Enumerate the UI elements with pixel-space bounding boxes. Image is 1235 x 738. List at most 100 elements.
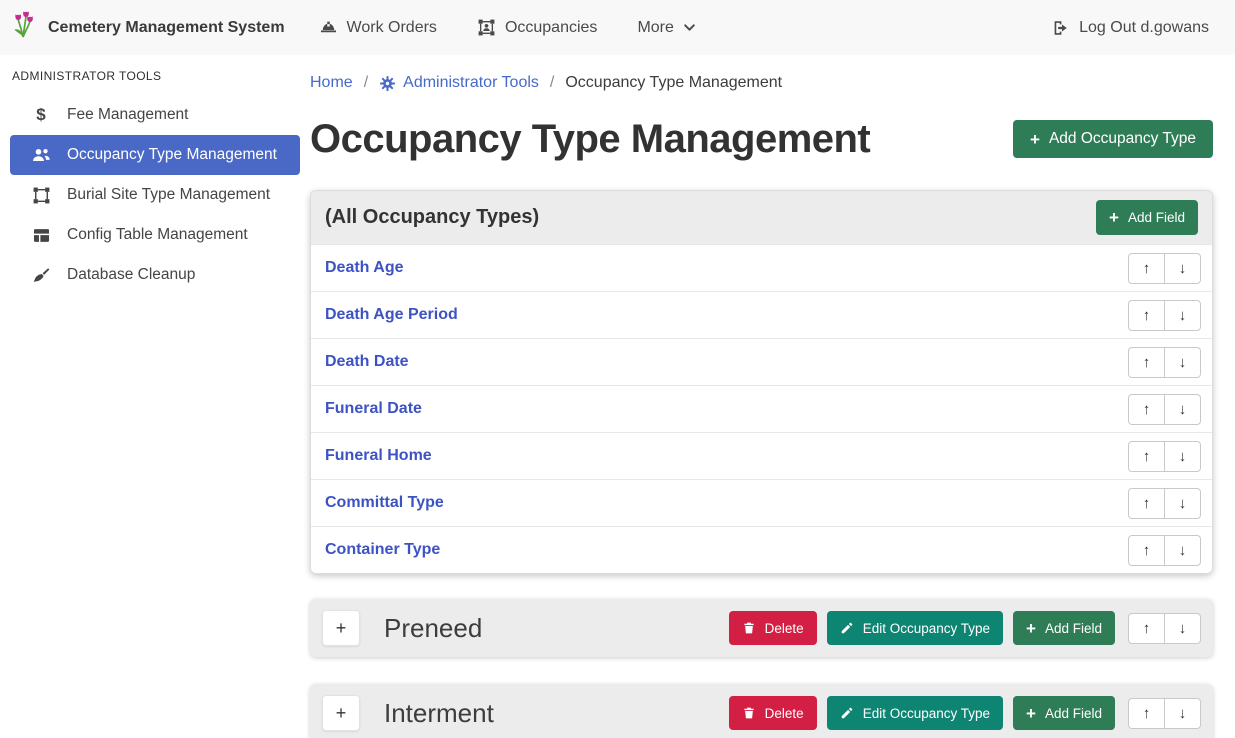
plus-icon: + [1030,131,1040,148]
expand-button[interactable]: + [322,695,360,731]
add-field-button[interactable]: + Add Field [1013,696,1115,730]
reorder-buttons: ↑ ↓ [1128,253,1201,284]
brand-title: Cemetery Management System [48,19,285,37]
sidebar-item-label: Config Table Management [67,226,248,244]
move-up-button[interactable]: ↑ [1128,347,1165,378]
breadcrumb-separator: / [364,74,368,92]
move-up-button[interactable]: ↑ [1128,253,1165,284]
plus-icon: + [1026,620,1036,637]
field-row: Funeral Home ↑ ↓ [311,432,1212,479]
move-down-button[interactable]: ↓ [1164,394,1201,425]
edit-occupancy-type-button[interactable]: Edit Occupancy Type [827,611,1003,645]
card-header: (All Occupancy Types) + Add Field [311,191,1212,244]
breadcrumb: Home / [310,71,1213,95]
logout-button[interactable]: Log Out d.gowans [1052,19,1209,37]
nav-occupancies[interactable]: Occupancies [477,18,598,37]
nav-more[interactable]: More [637,19,695,37]
reorder-buttons: ↑ ↓ [1128,535,1201,566]
move-up-button[interactable]: ↑ [1128,300,1165,331]
move-up-button[interactable]: ↑ [1128,441,1165,472]
field-row: Funeral Date ↑ ↓ [311,385,1212,432]
field-row: Death Date ↑ ↓ [311,338,1212,385]
broom-icon [30,266,52,285]
expand-button[interactable]: + [322,610,360,646]
vector-square-icon [30,186,52,205]
nav-occupancies-label: Occupancies [505,19,598,37]
breadcrumb-separator: / [550,74,554,92]
move-up-button[interactable]: ↑ [1128,535,1165,566]
sidebar-item-burial-site-type-management[interactable]: Burial Site Type Management [10,175,300,215]
all-occupancy-types-card: (All Occupancy Types) + Add Field Death … [310,190,1213,574]
tulips-logo-icon [12,10,38,45]
move-up-button[interactable]: ↑ [1128,698,1165,729]
section-title: Interment [384,698,494,729]
sidebar: ADMINISTRATOR TOOLS $ Fee Management Occ… [0,55,310,738]
pencil-icon [840,621,854,635]
add-occupancy-type-button[interactable]: + Add Occupancy Type [1013,120,1213,158]
field-row: Death Age Period ↑ ↓ [311,291,1212,338]
sidebar-header: ADMINISTRATOR TOOLS [0,59,310,95]
move-down-button[interactable]: ↓ [1164,441,1201,472]
breadcrumb-current: Occupancy Type Management [565,74,782,92]
reorder-buttons: ↑ ↓ [1128,300,1201,331]
reorder-buttons: ↑ ↓ [1128,488,1201,519]
dollar-icon: $ [30,105,52,125]
pencil-icon [840,706,854,720]
brand[interactable]: Cemetery Management System [12,10,285,45]
move-up-button[interactable]: ↑ [1128,394,1165,425]
section-preneed: + Preneed Delete [310,599,1213,657]
section-actions: Delete Edit Occupancy Type + Add Field ↑ [729,696,1201,730]
field-row: Death Age ↑ ↓ [311,244,1212,291]
breadcrumb-home-link[interactable]: Home [310,74,353,92]
nav-work-orders[interactable]: Work Orders [319,18,437,37]
sidebar-item-occupancy-type-management[interactable]: Occupancy Type Management [10,135,300,175]
hardhat-icon [319,18,338,37]
move-up-button[interactable]: ↑ [1128,613,1165,644]
gear-icon [379,75,396,92]
delete-button[interactable]: Delete [729,611,817,645]
field-link[interactable]: Death Age Period [325,306,458,324]
field-link[interactable]: Container Type [325,541,440,559]
add-field-button[interactable]: + Add Field [1013,611,1115,645]
reorder-buttons: ↑ ↓ [1128,698,1201,729]
field-row: Container Type ↑ ↓ [311,526,1212,573]
field-link[interactable]: Funeral Date [325,400,422,418]
move-down-button[interactable]: ↓ [1164,488,1201,519]
users-icon [30,145,52,165]
move-up-button[interactable]: ↑ [1128,488,1165,519]
trash-icon [742,706,756,720]
plus-icon: + [1109,209,1119,226]
edit-occupancy-type-button[interactable]: Edit Occupancy Type [827,696,1003,730]
section-actions: Delete Edit Occupancy Type + Add Field ↑ [729,611,1201,645]
table-icon [30,226,52,245]
plus-icon: + [1026,705,1036,722]
move-down-button[interactable]: ↓ [1164,698,1201,729]
page-title: Occupancy Type Management [310,117,870,162]
field-link[interactable]: Committal Type [325,494,444,512]
move-down-button[interactable]: ↓ [1164,613,1201,644]
occupancy-frame-icon [477,18,496,37]
move-down-button[interactable]: ↓ [1164,347,1201,378]
breadcrumb-admin-tools-link[interactable]: Administrator Tools [403,74,539,92]
section-title: Preneed [384,613,482,644]
nav-work-orders-label: Work Orders [347,19,437,37]
move-down-button[interactable]: ↓ [1164,300,1201,331]
delete-button[interactable]: Delete [729,696,817,730]
sidebar-item-database-cleanup[interactable]: Database Cleanup [10,255,300,295]
move-down-button[interactable]: ↓ [1164,535,1201,566]
chevron-down-icon [683,21,696,34]
field-link[interactable]: Funeral Home [325,447,432,465]
add-field-button[interactable]: + Add Field [1096,200,1198,235]
sidebar-item-label: Burial Site Type Management [67,186,270,204]
section-interment: + Interment Delete [310,684,1213,738]
field-link[interactable]: Death Age [325,259,404,277]
field-link[interactable]: Death Date [325,353,409,371]
sidebar-item-config-table-management[interactable]: Config Table Management [10,215,300,255]
move-down-button[interactable]: ↓ [1164,253,1201,284]
nav-more-label: More [637,19,673,37]
reorder-buttons: ↑ ↓ [1128,613,1201,644]
sidebar-item-fee-management[interactable]: $ Fee Management [10,95,300,135]
top-navbar: Cemetery Management System Work Orders [0,0,1235,55]
sidebar-item-label: Database Cleanup [67,266,195,284]
field-row: Committal Type ↑ ↓ [311,479,1212,526]
